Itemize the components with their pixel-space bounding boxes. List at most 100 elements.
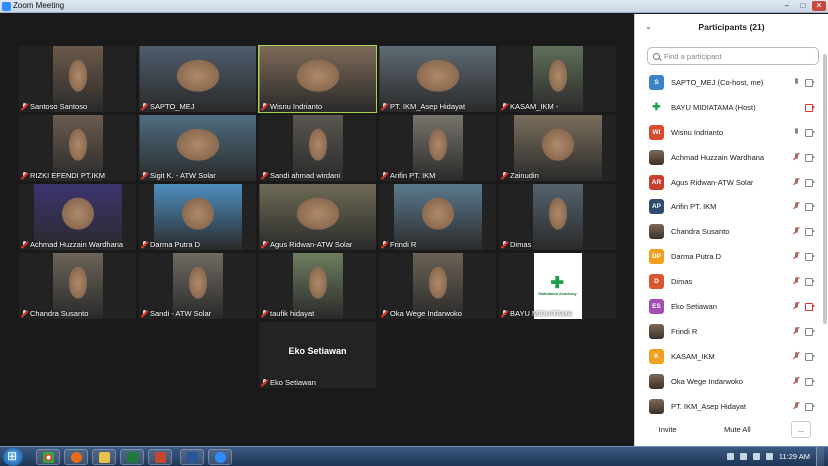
tile-name-bar: taufik hidayat bbox=[261, 309, 314, 318]
taskbar-explorer-button[interactable] bbox=[92, 449, 116, 465]
search-input[interactable] bbox=[664, 51, 814, 61]
camera-icon bbox=[805, 352, 815, 361]
video-tile[interactable]: SAPTO_MEJ bbox=[139, 46, 256, 112]
show-desktop-button[interactable] bbox=[816, 447, 824, 466]
camera-icon bbox=[805, 79, 815, 87]
tray-flag-icon[interactable] bbox=[739, 453, 747, 460]
participant-row[interactable]: S SAPTO_MEJ (Co-host, me) bbox=[635, 70, 821, 95]
tile-name-bar: SAPTO_MEJ bbox=[141, 102, 194, 111]
avatar: S bbox=[649, 74, 664, 90]
participant-status bbox=[793, 401, 815, 411]
muted-mic-icon[interactable] bbox=[793, 376, 800, 385]
muted-mic-icon bbox=[21, 241, 28, 248]
video-tile[interactable]: RIZKI EFENDI PT.IKM bbox=[19, 115, 136, 181]
tray-network-icon[interactable] bbox=[752, 453, 760, 460]
video-tile[interactable]: Zainudin bbox=[499, 115, 616, 181]
participant-status bbox=[793, 252, 815, 262]
avatar: AR bbox=[649, 174, 664, 190]
tile-name-bar: Chandra Susanto bbox=[21, 309, 88, 318]
video-tile[interactable]: Eko Setiawan Eko Setiawan bbox=[259, 322, 376, 388]
taskbar: 11:29 AM bbox=[0, 446, 828, 466]
zoom-app-icon bbox=[2, 2, 11, 11]
muted-mic-icon[interactable] bbox=[793, 351, 800, 360]
video-tile[interactable]: Sandi - ATW Solar bbox=[139, 253, 256, 319]
participant-row[interactable]: ✚ BAYU MIDIATAMA (Host) bbox=[635, 95, 821, 120]
tile-name: Arifin PT. IKM bbox=[390, 171, 436, 180]
muted-mic-icon[interactable] bbox=[793, 252, 800, 260]
camera-icon bbox=[805, 327, 815, 336]
maximize-icon[interactable]: □ bbox=[796, 1, 810, 11]
muted-mic-icon bbox=[141, 310, 148, 317]
scrollbar[interactable] bbox=[823, 54, 827, 324]
tile-name: Dimas bbox=[510, 240, 532, 249]
muted-mic-icon[interactable] bbox=[793, 152, 800, 161]
start-button[interactable] bbox=[3, 448, 23, 466]
video-tile[interactable]: Wisnu Indrianto bbox=[258, 45, 377, 113]
muted-mic-icon[interactable] bbox=[793, 401, 800, 410]
video-tile[interactable]: Arifin PT. IKM bbox=[379, 115, 496, 181]
taskbar-word-button[interactable] bbox=[180, 449, 204, 465]
participant-row[interactable]: PT. IKM_Asep Hidayat bbox=[635, 394, 821, 419]
muted-mic-icon[interactable] bbox=[793, 177, 800, 186]
muted-mic-icon[interactable] bbox=[793, 326, 800, 335]
taskbar-zoom-button[interactable] bbox=[208, 449, 232, 465]
video-tile[interactable]: KASAM_IKM - bbox=[499, 46, 616, 112]
participant-name: SAPTO_MEJ (Co-host, me) bbox=[671, 77, 764, 87]
participant-row[interactable]: K KASAM_IKM bbox=[635, 344, 821, 369]
tile-name: RIZKI EFENDI PT.IKM bbox=[30, 171, 106, 180]
avatar bbox=[649, 398, 664, 414]
tray-up-icon[interactable] bbox=[726, 453, 734, 460]
participants-title: Participants (21) bbox=[698, 22, 765, 32]
invite-button[interactable]: Invite bbox=[651, 421, 684, 438]
video-tile[interactable]: PT. IKM_Asep Hidayat bbox=[379, 46, 496, 112]
muted-mic-icon bbox=[141, 241, 148, 248]
participant-row[interactable]: AR Agus Ridwan-ATW Solar bbox=[635, 170, 821, 195]
avatar: D bbox=[649, 274, 664, 290]
avatar: WI bbox=[649, 124, 664, 140]
participant-row[interactable]: Oka Wege Indarwoko bbox=[635, 369, 821, 394]
camera-icon bbox=[805, 153, 815, 162]
participant-row[interactable]: AP Arifin PT. IKM bbox=[635, 194, 821, 219]
video-tile[interactable]: Santoso Santoso bbox=[19, 46, 136, 112]
participant-search[interactable] bbox=[647, 47, 819, 65]
participant-row[interactable]: DP Darma Putra D bbox=[635, 244, 821, 269]
video-tile[interactable]: Dimas bbox=[499, 184, 616, 250]
taskbar-chrome-button[interactable] bbox=[36, 449, 60, 465]
video-tile[interactable]: Sigit K. - ATW Solar bbox=[139, 115, 256, 181]
video-tile[interactable]: Frindi R bbox=[379, 184, 496, 250]
taskbar-excel-button[interactable] bbox=[120, 449, 144, 465]
mute-all-button[interactable]: Mute All bbox=[716, 421, 758, 438]
mic-icon[interactable] bbox=[793, 78, 800, 86]
video-tile[interactable]: Darma Putra D bbox=[139, 184, 256, 250]
gallery-view: Santoso Santoso SAPTO_MEJ Wisnu Indrianto P… bbox=[0, 14, 634, 446]
muted-mic-icon[interactable] bbox=[793, 302, 800, 310]
video-tile[interactable]: ✚ Midiatama Academy BAYU MIDIATAMA bbox=[499, 253, 616, 319]
participant-row[interactable]: D Dimas bbox=[635, 269, 821, 294]
video-tile[interactable]: Sandi ahmad wirdani bbox=[259, 115, 376, 181]
participant-name: Agus Ridwan-ATW Solar bbox=[671, 177, 754, 187]
video-tile[interactable]: taufik hidayat bbox=[259, 253, 376, 319]
close-icon[interactable]: ✕ bbox=[812, 1, 826, 11]
mic-icon[interactable] bbox=[793, 127, 800, 136]
video-tile[interactable]: Agus Ridwan-ATW Solar bbox=[259, 184, 376, 250]
taskbar-firefox-button[interactable] bbox=[64, 449, 88, 465]
participant-row[interactable]: Frindi R bbox=[635, 319, 821, 344]
tile-name: Eko Setiawan bbox=[270, 378, 316, 387]
participant-status bbox=[793, 326, 815, 336]
taskbar-powerpoint-button[interactable] bbox=[148, 449, 172, 465]
title-bar[interactable]: Zoom Meeting – □ ✕ bbox=[0, 0, 828, 13]
video-tile[interactable]: Achmad Huzzain Wardhana bbox=[19, 184, 136, 250]
muted-mic-icon[interactable] bbox=[793, 202, 800, 210]
muted-mic-icon[interactable] bbox=[793, 227, 800, 235]
video-tile[interactable]: Oka Wege Indarwoko bbox=[379, 253, 496, 319]
minimize-icon[interactable]: – bbox=[780, 1, 794, 11]
muted-mic-icon[interactable] bbox=[793, 277, 800, 285]
more-button[interactable]: ... bbox=[791, 421, 812, 438]
participant-row[interactable]: Achmad Huzzain Wardhana bbox=[635, 145, 821, 170]
tray-volume-icon[interactable] bbox=[765, 453, 773, 460]
participant-row[interactable]: ES Eko Setiawan bbox=[635, 294, 821, 319]
camera-icon bbox=[805, 128, 815, 137]
participant-row[interactable]: WI Wisnu Indrianto bbox=[635, 120, 821, 145]
video-tile[interactable]: Chandra Susanto bbox=[19, 253, 136, 319]
participant-row[interactable]: Chandra Susanto bbox=[635, 219, 821, 244]
